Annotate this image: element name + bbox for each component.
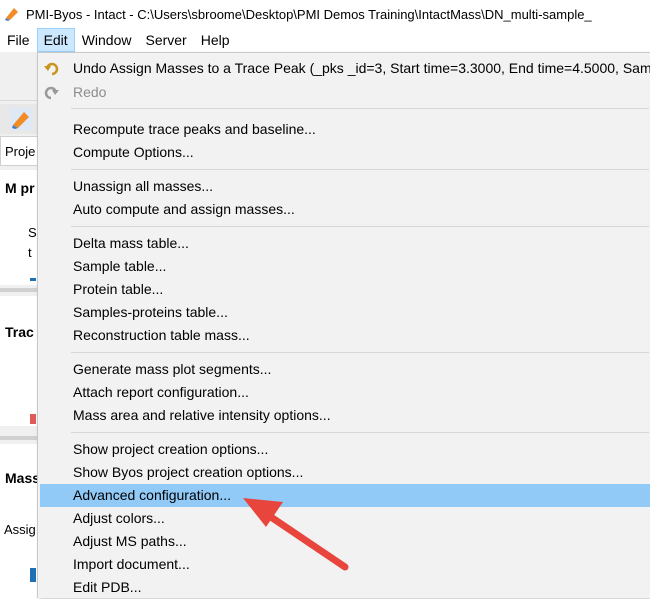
menu-item-import-document[interactable]: Import document... bbox=[40, 553, 650, 576]
background-toolbar bbox=[0, 60, 40, 101]
menu-server[interactable]: Server bbox=[138, 28, 193, 52]
menu-item-edit-pdb[interactable]: Edit PDB... bbox=[40, 576, 650, 599]
menu-item-label: Reconstruction table mass... bbox=[73, 327, 250, 343]
menu-item-compute-options[interactable]: Compute Options... bbox=[40, 141, 650, 164]
menu-edit[interactable]: Edit bbox=[36, 28, 75, 52]
menu-separator bbox=[71, 226, 649, 227]
menu-item-recompute-trace-peaks[interactable]: Recompute trace peaks and baseline... bbox=[40, 118, 650, 141]
menu-item-label: Undo Assign Masses to a Trace Peak (_pks… bbox=[73, 60, 650, 76]
menu-separator bbox=[71, 169, 649, 170]
menu-item-label: Auto compute and assign masses... bbox=[73, 201, 295, 217]
panel-heading: M pr bbox=[5, 180, 35, 196]
background-panel-m: M pr S t bbox=[0, 170, 40, 285]
menu-separator bbox=[71, 432, 649, 433]
menu-item-label: Attach report configuration... bbox=[73, 384, 249, 400]
menu-item-adjust-ms-paths[interactable]: Adjust MS paths... bbox=[40, 530, 650, 553]
menu-item-label: Generate mass plot segments... bbox=[73, 361, 272, 377]
panel-heading: Trac bbox=[5, 324, 34, 340]
menu-item-samples-proteins-table[interactable]: Samples-proteins table... bbox=[40, 301, 650, 324]
menu-help[interactable]: Help bbox=[194, 28, 237, 52]
menu-item-show-project-creation-options[interactable]: Show project creation options... bbox=[40, 438, 650, 461]
menu-bar: File Edit Window Server Help bbox=[0, 28, 650, 52]
panel-divider[interactable] bbox=[0, 436, 40, 440]
menu-item-label: Compute Options... bbox=[73, 144, 194, 160]
blue-mark bbox=[30, 278, 36, 281]
menu-item-sample-table[interactable]: Sample table... bbox=[40, 255, 650, 278]
red-mark bbox=[30, 414, 36, 424]
window-title: PMI-Byos - Intact - C:\Users\sbroome\Des… bbox=[26, 6, 592, 22]
menu-item-label: Samples-proteins table... bbox=[73, 304, 228, 320]
panel-text: t bbox=[28, 245, 32, 260]
blue-mark bbox=[30, 568, 36, 582]
menu-item-label: Show project creation options... bbox=[73, 441, 269, 457]
menu-item-label: Redo bbox=[73, 84, 107, 100]
menu-separator bbox=[71, 108, 649, 109]
menu-item-label: Delta mass table... bbox=[73, 235, 189, 251]
title-bar: PMI-Byos - Intact - C:\Users\sbroome\Des… bbox=[0, 0, 650, 28]
project-tab-icon[interactable] bbox=[10, 108, 32, 130]
menu-separator bbox=[71, 352, 649, 353]
menu-item-label: Edit PDB... bbox=[73, 579, 142, 595]
menu-item-label: Adjust MS paths... bbox=[73, 533, 187, 549]
menu-item-undo[interactable]: Undo Assign Masses to a Trace Peak (_pks… bbox=[40, 57, 650, 80]
menu-item-label: Show Byos project creation options... bbox=[73, 464, 304, 480]
menu-item-label: Import document... bbox=[73, 556, 190, 572]
menu-item-mass-area-options[interactable]: Mass area and relative intensity options… bbox=[40, 404, 650, 427]
menu-item-attach-report-configuration[interactable]: Attach report configuration... bbox=[40, 381, 650, 404]
menu-item-label: Protein table... bbox=[73, 281, 164, 297]
menu-item-unassign-all-masses[interactable]: Unassign all masses... bbox=[40, 175, 650, 198]
menu-item-label: Unassign all masses... bbox=[73, 178, 214, 194]
projects-tab[interactable]: Proje bbox=[0, 136, 40, 166]
menu-item-label: Recompute trace peaks and baseline... bbox=[73, 121, 316, 137]
menu-window[interactable]: Window bbox=[75, 28, 139, 52]
menu-item-label: Adjust colors... bbox=[73, 510, 165, 526]
menu-item-delta-mass-table[interactable]: Delta mass table... bbox=[40, 232, 650, 255]
redo-icon bbox=[44, 86, 59, 100]
panel-text: S bbox=[28, 225, 37, 240]
menu-item-protein-table[interactable]: Protein table... bbox=[40, 278, 650, 301]
menu-item-show-byos-project-creation-options[interactable]: Show Byos project creation options... bbox=[40, 461, 650, 484]
menu-item-redo[interactable]: Redo bbox=[40, 81, 650, 104]
menu-item-auto-compute-masses[interactable]: Auto compute and assign masses... bbox=[40, 198, 650, 221]
menu-item-label: Mass area and relative intensity options… bbox=[73, 407, 331, 423]
background-panel-trace: Trac bbox=[0, 296, 40, 426]
panel-divider[interactable] bbox=[0, 288, 40, 292]
menu-item-generate-mass-plot-segments[interactable]: Generate mass plot segments... bbox=[40, 358, 650, 381]
background-panel-mass: Mass Assig bbox=[0, 444, 40, 593]
edit-menu-dropdown: Undo Assign Masses to a Trace Peak (_pks… bbox=[37, 52, 650, 598]
panel-heading: Mass bbox=[5, 470, 41, 486]
app-logo-icon bbox=[5, 8, 18, 21]
projects-tab-label: Proje bbox=[5, 144, 36, 159]
menu-item-reconstruction-table-mass[interactable]: Reconstruction table mass... bbox=[40, 324, 650, 347]
panel-text: Assig bbox=[4, 522, 36, 537]
menu-item-label: Advanced configuration... bbox=[73, 487, 231, 503]
menu-file[interactable]: File bbox=[0, 28, 37, 52]
undo-icon bbox=[44, 62, 59, 76]
menu-item-advanced-configuration[interactable]: Advanced configuration... bbox=[40, 484, 650, 507]
menu-item-label: Sample table... bbox=[73, 258, 167, 274]
menu-item-adjust-colors[interactable]: Adjust colors... bbox=[40, 507, 650, 530]
